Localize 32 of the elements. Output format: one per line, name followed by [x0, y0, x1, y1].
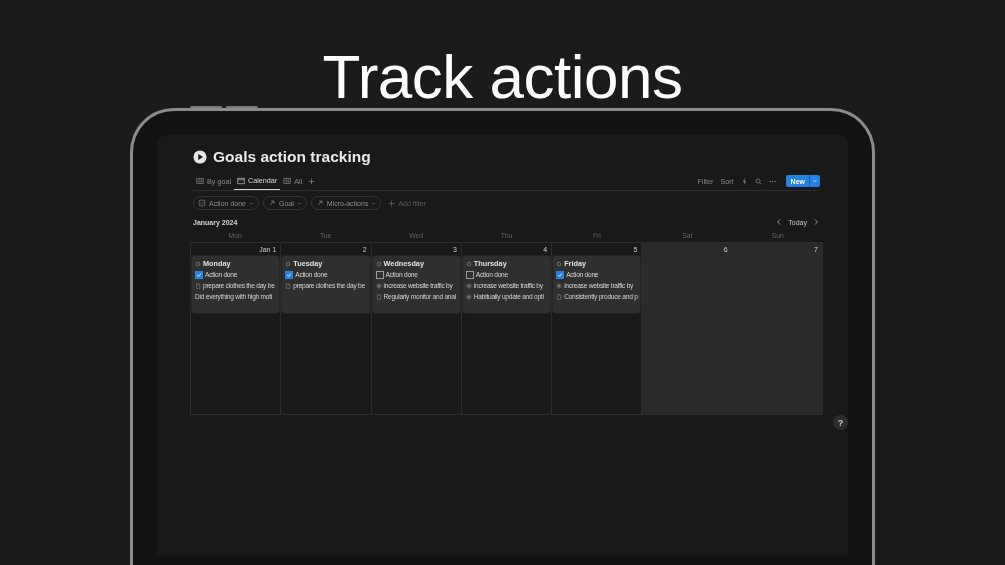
target-icon	[375, 282, 382, 289]
table-icon	[196, 177, 204, 185]
page-icon	[195, 282, 201, 289]
help-button[interactable]: ?	[833, 415, 848, 430]
circle-icon	[195, 260, 201, 267]
arrow-icon	[315, 199, 324, 207]
circle-icon	[375, 260, 382, 267]
next-icon[interactable]	[812, 218, 820, 226]
page-icon	[375, 293, 382, 300]
table-icon	[283, 177, 292, 185]
circle-icon	[285, 260, 292, 267]
arrow-icon	[268, 199, 276, 207]
checkbox[interactable]	[556, 270, 565, 279]
page-title: Goals action tracking	[213, 148, 371, 166]
page-icon	[285, 282, 292, 289]
play-icon	[193, 150, 207, 164]
add-icon[interactable]	[388, 199, 396, 207]
checkbox[interactable]	[465, 270, 474, 279]
add-view-icon[interactable]	[308, 177, 316, 185]
search-icon[interactable]	[754, 177, 762, 185]
more-icon[interactable]	[768, 179, 776, 183]
checkbox-icon	[198, 199, 206, 207]
calendar-icon	[237, 176, 245, 185]
lightning-icon[interactable]	[740, 177, 748, 185]
headline: Track actions	[321, 41, 684, 108]
checkbox[interactable]	[285, 270, 294, 279]
checkbox[interactable]	[375, 270, 384, 279]
checkbox[interactable]	[195, 270, 203, 279]
circle-icon	[465, 260, 472, 267]
page-icon	[556, 293, 563, 300]
target-icon	[556, 282, 563, 289]
circle-icon	[556, 260, 563, 267]
